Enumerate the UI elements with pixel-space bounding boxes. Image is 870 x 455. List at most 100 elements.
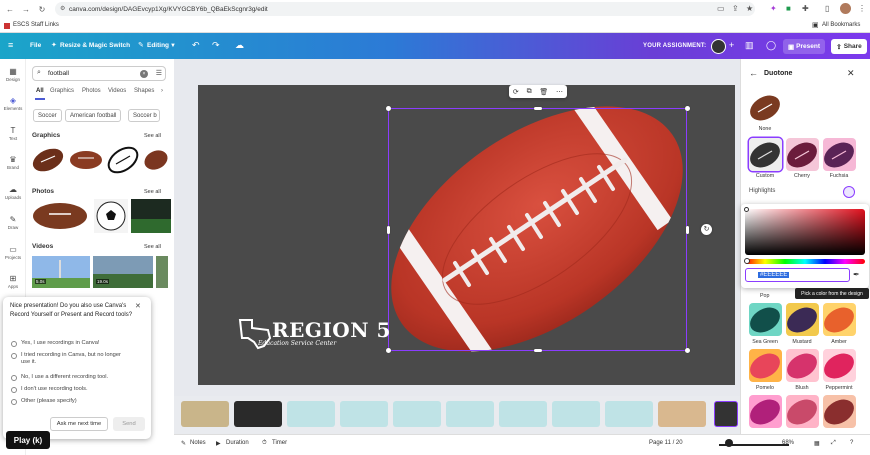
survey-option[interactable]: I don't use recording tools. bbox=[11, 386, 88, 393]
rail-elements[interactable]: ◈ Elements bbox=[0, 96, 26, 111]
send-button[interactable]: Send bbox=[113, 417, 145, 431]
resize-handle[interactable] bbox=[387, 226, 390, 234]
page-thumbnail[interactable] bbox=[340, 401, 388, 427]
search-input[interactable]: ⌕ football × ☰ bbox=[32, 66, 166, 81]
rail-projects[interactable]: ▭ Projects bbox=[0, 245, 26, 260]
survey-option[interactable]: Yes, I use recordings in Canva! bbox=[11, 340, 100, 347]
hue-slider-knob[interactable] bbox=[744, 258, 750, 264]
duplicate-icon[interactable]: ⧉ bbox=[527, 88, 532, 96]
survey-option[interactable]: No, I use a different recording tool. bbox=[11, 374, 108, 381]
all-bookmarks[interactable]: All Bookmarks bbox=[822, 22, 860, 28]
timer-button[interactable]: Timer bbox=[272, 440, 287, 446]
duotone-swatch[interactable] bbox=[786, 395, 819, 428]
zoom-slider-knob[interactable] bbox=[725, 439, 733, 447]
page-thumbnail[interactable] bbox=[552, 401, 600, 427]
resize-button[interactable]: Resize & Magic Switch bbox=[60, 42, 130, 49]
help-icon[interactable]: ? bbox=[850, 440, 853, 446]
resize-handle[interactable] bbox=[534, 107, 542, 110]
tab-shapes[interactable]: Shapes bbox=[134, 88, 154, 94]
rail-design[interactable]: ▦ Design bbox=[0, 67, 26, 82]
trash-icon[interactable]: 🗑 bbox=[539, 88, 548, 96]
close-icon[interactable]: ✕ bbox=[135, 302, 141, 310]
resize-handle[interactable] bbox=[685, 348, 690, 353]
page-thumbnail[interactable] bbox=[499, 401, 547, 427]
duotone-swatch-peppermint[interactable] bbox=[823, 349, 856, 382]
reload-icon[interactable]: ↻ bbox=[36, 3, 48, 15]
profile-avatar[interactable] bbox=[840, 3, 851, 14]
fullscreen-icon[interactable]: ⤢ bbox=[831, 440, 836, 447]
duotone-swatch[interactable] bbox=[823, 395, 856, 428]
more-icon[interactable]: ⋯ bbox=[556, 88, 563, 96]
ask-later-button[interactable]: Ask me next time bbox=[50, 417, 108, 431]
sidebar-icon[interactable]: ▯ bbox=[825, 4, 829, 13]
add-collaborator-icon[interactable]: + bbox=[729, 40, 734, 50]
duotone-swatch-none[interactable] bbox=[749, 91, 782, 124]
resize-handle[interactable] bbox=[386, 106, 391, 111]
duotone-swatch-fuchsia[interactable] bbox=[823, 138, 856, 171]
photos-see-all[interactable]: See all bbox=[144, 189, 161, 195]
survey-option[interactable]: Other (please specify) bbox=[11, 398, 77, 405]
page-thumbnail[interactable] bbox=[446, 401, 494, 427]
chip-soccer-b[interactable]: Soccer b bbox=[128, 109, 160, 122]
chip-american-football[interactable]: American football bbox=[65, 109, 122, 122]
survey-option[interactable]: I tried recording in Canva, but no longe… bbox=[11, 352, 121, 366]
avatar[interactable] bbox=[711, 39, 726, 54]
bookmark-star-icon[interactable]: ★ bbox=[746, 4, 753, 13]
page-thumbnail[interactable] bbox=[393, 401, 441, 427]
resize-handle[interactable] bbox=[386, 348, 391, 353]
forward-icon[interactable]: → bbox=[20, 3, 32, 15]
chip-soccer[interactable]: Soccer bbox=[33, 109, 62, 122]
duration-icon[interactable]: ▶ bbox=[216, 440, 221, 447]
hex-input[interactable]: #EEEEEE bbox=[745, 268, 850, 282]
tab-videos[interactable]: Videos bbox=[108, 88, 126, 94]
page-thumbnail[interactable] bbox=[605, 401, 653, 427]
duotone-swatch-cherry[interactable] bbox=[786, 138, 819, 171]
duotone-swatch[interactable] bbox=[749, 395, 782, 428]
analytics-icon[interactable]: ▥ bbox=[745, 40, 754, 51]
refresh-icon[interactable]: ⟳ bbox=[513, 88, 519, 96]
back-icon[interactable]: ← bbox=[749, 68, 758, 78]
timer-icon[interactable]: ⏱ bbox=[262, 440, 267, 447]
share-page-icon[interactable]: ⇪ bbox=[732, 4, 739, 13]
highlights-color-swatch[interactable] bbox=[843, 186, 855, 198]
page-thumbnail[interactable] bbox=[234, 401, 282, 427]
page-thumbnail[interactable] bbox=[658, 401, 706, 427]
extension-icon[interactable]: ✦ bbox=[770, 4, 777, 13]
screen-icon[interactable]: ▭ bbox=[717, 4, 725, 13]
file-menu[interactable]: File bbox=[30, 42, 41, 49]
zoom-level[interactable]: 68% bbox=[782, 440, 794, 446]
site-info-icon[interactable]: ⚙ bbox=[60, 5, 65, 12]
duotone-swatch-sea-green[interactable] bbox=[749, 303, 782, 336]
rail-apps[interactable]: ⊞ Apps bbox=[0, 274, 26, 289]
back-icon[interactable]: ← bbox=[4, 3, 16, 15]
duotone-swatch-pomelo[interactable] bbox=[749, 349, 782, 382]
saturation-picker[interactable] bbox=[745, 209, 865, 255]
hue-slider[interactable] bbox=[745, 259, 865, 264]
resize-handle[interactable] bbox=[685, 106, 690, 111]
page-thumbnail[interactable] bbox=[287, 401, 335, 427]
page-indicator[interactable]: Page 11 / 20 bbox=[649, 440, 683, 446]
filter-icon[interactable]: ☰ bbox=[156, 69, 162, 77]
duotone-swatch-custom[interactable] bbox=[749, 138, 782, 171]
present-button[interactable]: ▣ Present bbox=[783, 39, 825, 54]
videos-see-all[interactable]: See all bbox=[144, 244, 161, 250]
notes-button[interactable]: Notes bbox=[190, 440, 206, 446]
undo-icon[interactable]: ↶ bbox=[192, 40, 200, 51]
extension-icon[interactable]: ■ bbox=[786, 4, 791, 13]
duotone-swatch-amber[interactable] bbox=[823, 303, 856, 336]
editing-dropdown[interactable]: Editing bbox=[147, 42, 169, 49]
page-thumbnail[interactable] bbox=[181, 401, 229, 427]
rail-uploads[interactable]: ☁ Uploads bbox=[0, 185, 26, 200]
bookmark-escs[interactable]: ESCS Staff Links bbox=[13, 22, 59, 28]
duotone-swatch-blush[interactable] bbox=[786, 349, 819, 382]
graphics-see-all[interactable]: See all bbox=[144, 133, 161, 139]
menu-icon[interactable]: ≡ bbox=[8, 40, 13, 50]
duotone-swatch-mustard[interactable] bbox=[786, 303, 819, 336]
extensions-icon[interactable]: ✚ bbox=[802, 4, 809, 13]
close-icon[interactable]: ✕ bbox=[847, 68, 855, 79]
tab-graphics[interactable]: Graphics bbox=[50, 88, 74, 94]
resize-handle[interactable] bbox=[686, 226, 689, 234]
rail-brand[interactable]: ♛ Brand bbox=[0, 155, 26, 170]
page-thumbnail-current[interactable] bbox=[714, 401, 738, 427]
duration-button[interactable]: Duration bbox=[226, 440, 249, 446]
